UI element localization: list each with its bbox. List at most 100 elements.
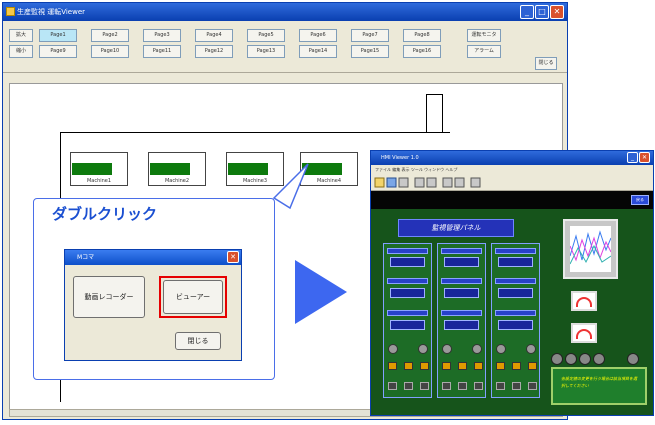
dial-icon[interactable] bbox=[551, 353, 563, 365]
indicator-lamp bbox=[496, 362, 505, 370]
tab-page12[interactable]: Page12 bbox=[195, 45, 233, 58]
hmi-title: HMI Viewer 1.0 bbox=[381, 155, 419, 161]
hmi-minimize-button[interactable]: _ bbox=[627, 152, 638, 163]
gauge-meter bbox=[571, 291, 597, 311]
value-box[interactable] bbox=[498, 320, 533, 330]
indicator-lamp bbox=[420, 362, 429, 370]
toolbar-icons[interactable] bbox=[371, 175, 491, 191]
tab-page2[interactable]: Page2 bbox=[91, 29, 129, 42]
machine-block[interactable]: Machine2 bbox=[148, 152, 206, 186]
hmi-close-button[interactable]: ✕ bbox=[639, 152, 650, 163]
dial-icon[interactable] bbox=[565, 353, 577, 365]
column-header bbox=[387, 248, 428, 254]
maximize-button[interactable]: □ bbox=[535, 5, 549, 19]
dialog-close-icon[interactable]: ✕ bbox=[227, 251, 239, 263]
indicator-lamp bbox=[442, 362, 451, 370]
value-box[interactable] bbox=[390, 320, 425, 330]
indicator-lamp bbox=[474, 362, 483, 370]
column-header bbox=[441, 310, 482, 316]
trend-lines bbox=[569, 230, 612, 265]
minimize-button[interactable]: _ bbox=[520, 5, 534, 19]
knob-icon[interactable] bbox=[388, 344, 398, 354]
tab-page14[interactable]: Page14 bbox=[299, 45, 337, 58]
push-button[interactable] bbox=[474, 382, 483, 390]
indicator-lamp bbox=[404, 362, 413, 370]
hmi-window: HMI Viewer 1.0 _ ✕ ファイル 編集 表示 ツール ウィンドウ … bbox=[370, 150, 654, 416]
unit-column bbox=[383, 243, 432, 398]
tab-page11[interactable]: Page11 bbox=[143, 45, 181, 58]
push-button[interactable] bbox=[496, 382, 505, 390]
column-header bbox=[387, 310, 428, 316]
gauge-arc bbox=[576, 329, 592, 339]
unit-column bbox=[437, 243, 486, 398]
hmi-toolbar bbox=[371, 175, 653, 191]
dial-icon[interactable] bbox=[593, 353, 605, 365]
tab-page9[interactable]: Page9 bbox=[39, 45, 77, 58]
conveyor-line bbox=[60, 132, 450, 133]
dialog-titlebar: Mコマ ✕ bbox=[65, 250, 241, 265]
status-box[interactable] bbox=[390, 257, 425, 267]
push-button[interactable] bbox=[458, 382, 467, 390]
tab-page13[interactable]: Page13 bbox=[247, 45, 285, 58]
close-button[interactable]: ✕ bbox=[550, 5, 564, 19]
push-button[interactable] bbox=[404, 382, 413, 390]
tab-page1[interactable]: Page1 bbox=[39, 29, 77, 42]
push-button[interactable] bbox=[528, 382, 537, 390]
column-header bbox=[495, 310, 536, 316]
knob-icon[interactable] bbox=[496, 344, 506, 354]
machine-status-bar bbox=[72, 163, 112, 175]
close-small-button[interactable]: 閉じる bbox=[535, 57, 557, 70]
hmi-titlebar: HMI Viewer 1.0 _ ✕ bbox=[371, 151, 653, 165]
recorder-button[interactable]: 動画レコーダー bbox=[73, 276, 145, 318]
knob-icon[interactable] bbox=[418, 344, 428, 354]
conveyor-line bbox=[442, 94, 443, 132]
viewer-highlight bbox=[159, 276, 227, 318]
zoom-in-button[interactable]: 拡大 bbox=[9, 29, 33, 42]
tab-page16[interactable]: Page16 bbox=[403, 45, 441, 58]
value-box[interactable] bbox=[444, 320, 479, 330]
dial-icon[interactable] bbox=[579, 353, 591, 365]
tab-page15[interactable]: Page15 bbox=[351, 45, 389, 58]
app-icon bbox=[6, 7, 15, 16]
conveyor-line bbox=[426, 94, 427, 132]
value-box[interactable] bbox=[498, 288, 533, 298]
push-button[interactable] bbox=[512, 382, 521, 390]
value-box[interactable] bbox=[444, 288, 479, 298]
indicator-lamp bbox=[528, 362, 537, 370]
column-header bbox=[441, 278, 482, 284]
machine-block[interactable]: Machine1 bbox=[70, 152, 128, 186]
knob-icon[interactable] bbox=[526, 344, 536, 354]
tab-page7[interactable]: Page7 bbox=[351, 29, 389, 42]
dial-icon[interactable] bbox=[627, 353, 639, 365]
push-button[interactable] bbox=[442, 382, 451, 390]
tab-page6[interactable]: Page6 bbox=[299, 29, 337, 42]
knob-icon[interactable] bbox=[472, 344, 482, 354]
alarm-button[interactable]: アラーム bbox=[467, 45, 501, 58]
indicator-lamp bbox=[512, 362, 521, 370]
push-button[interactable] bbox=[388, 382, 397, 390]
mode-dialog: Mコマ ✕ 動画レコーダー ビューアー 閉じる bbox=[64, 249, 242, 361]
push-button[interactable] bbox=[420, 382, 429, 390]
knob-icon[interactable] bbox=[442, 344, 452, 354]
tab-page3[interactable]: Page3 bbox=[143, 29, 181, 42]
unit-column bbox=[491, 243, 540, 398]
hmi-back-button[interactable]: 戻る bbox=[631, 195, 649, 205]
gauge-meter bbox=[571, 323, 597, 343]
status-box[interactable] bbox=[498, 257, 533, 267]
monitor-button[interactable]: 運転モニタ bbox=[467, 29, 501, 42]
column-header bbox=[387, 278, 428, 284]
tab-page8[interactable]: Page8 bbox=[403, 29, 441, 42]
message-box: 各設定値の変更を行う場合は該当項目を選択してください bbox=[551, 367, 647, 405]
column-header bbox=[495, 278, 536, 284]
tab-page10[interactable]: Page10 bbox=[91, 45, 129, 58]
panel-title: 監視管理パネル bbox=[398, 219, 514, 237]
column-header bbox=[441, 248, 482, 254]
status-box[interactable] bbox=[444, 257, 479, 267]
value-box[interactable] bbox=[390, 288, 425, 298]
tab-page4[interactable]: Page4 bbox=[195, 29, 233, 42]
dialog-close-button[interactable]: 閉じる bbox=[175, 332, 221, 350]
indicator-lamp bbox=[458, 362, 467, 370]
zoom-out-button[interactable]: 縮小 bbox=[9, 45, 33, 58]
tab-page5[interactable]: Page5 bbox=[247, 29, 285, 42]
hmi-menubar[interactable]: ファイル 編集 表示 ツール ウィンドウ ヘルプ bbox=[371, 165, 653, 175]
